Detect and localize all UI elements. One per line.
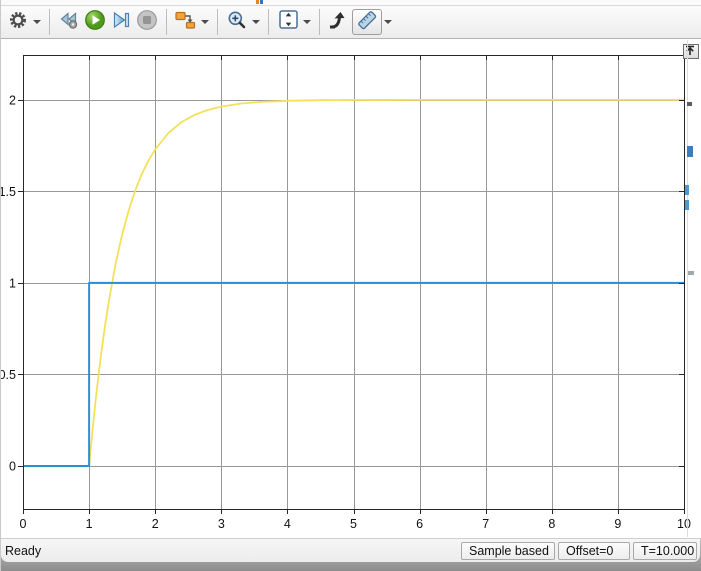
run-icon bbox=[84, 9, 106, 36]
svg-text:10: 10 bbox=[677, 517, 691, 531]
step-forward-icon bbox=[111, 10, 131, 35]
background-artifact bbox=[687, 146, 693, 157]
stop-icon bbox=[136, 9, 158, 36]
fit-to-view-icon bbox=[278, 9, 299, 35]
status-cells: Sample based Offset=0 T=10.000 bbox=[461, 541, 697, 560]
run-button[interactable] bbox=[82, 8, 108, 36]
measurements-button[interactable] bbox=[352, 9, 382, 35]
toolbar-separator bbox=[49, 9, 50, 35]
scope-window: 0 1 2 3 4 5 6 7 8 9 10 0 0.5 1 1.5 2 Ready Sample based… bbox=[0, 0, 701, 571]
simulink-blocks-icon bbox=[174, 10, 198, 35]
status-ready: Ready bbox=[5, 543, 42, 558]
stop-button[interactable] bbox=[134, 8, 160, 36]
settings-button[interactable] bbox=[5, 8, 31, 36]
expand-button[interactable] bbox=[683, 44, 699, 59]
measurements-dropdown-caret[interactable] bbox=[382, 8, 394, 36]
svg-text:5: 5 bbox=[350, 517, 357, 531]
measurements-ruler-icon bbox=[356, 10, 378, 35]
svg-text:8: 8 bbox=[548, 517, 555, 531]
toolbar-separator bbox=[319, 9, 320, 35]
background-artifact bbox=[685, 185, 689, 195]
toolbar-separator bbox=[166, 9, 167, 35]
status-sample-mode: Sample based bbox=[461, 541, 555, 560]
scope-icon-fragment bbox=[256, 0, 263, 4]
scope-toolbar bbox=[1, 5, 701, 39]
svg-text:3: 3 bbox=[218, 517, 225, 531]
svg-text:7: 7 bbox=[482, 517, 489, 531]
status-sim-time: T=10.000 bbox=[633, 541, 697, 560]
step-back-button[interactable] bbox=[56, 8, 82, 36]
status-bar: Ready Sample based Offset=0 T=10.000 bbox=[1, 538, 700, 562]
svg-text:0: 0 bbox=[20, 517, 27, 531]
svg-text:2: 2 bbox=[152, 517, 159, 531]
background-artifact bbox=[687, 102, 692, 106]
background-artifact bbox=[685, 200, 689, 210]
svg-text:6: 6 bbox=[416, 517, 423, 531]
zoom-in-icon bbox=[227, 10, 247, 35]
settings-gear-icon bbox=[8, 10, 28, 35]
svg-text:1: 1 bbox=[9, 276, 16, 290]
plot-canvas[interactable]: 0 1 2 3 4 5 6 7 8 9 10 0 0.5 1 1.5 2 bbox=[1, 39, 701, 538]
background-artifact bbox=[687, 40, 688, 537]
background-artifact bbox=[688, 271, 694, 275]
svg-text:0.5: 0.5 bbox=[1, 368, 16, 382]
trigger-button[interactable] bbox=[326, 8, 352, 36]
fit-dropdown-caret[interactable] bbox=[301, 8, 313, 36]
svg-text:9: 9 bbox=[614, 517, 621, 531]
zoom-button[interactable] bbox=[224, 8, 250, 36]
settings-dropdown-caret[interactable] bbox=[31, 8, 43, 36]
svg-text:0: 0 bbox=[9, 459, 16, 473]
status-offset: Offset=0 bbox=[558, 541, 630, 560]
trigger-icon bbox=[328, 10, 350, 35]
toolbar-separator bbox=[217, 9, 218, 35]
highlight-dropdown-caret[interactable] bbox=[199, 8, 211, 36]
highlight-blocks-button[interactable] bbox=[173, 8, 199, 36]
scope-plot[interactable]: 0 1 2 3 4 5 6 7 8 9 10 0 0.5 1 1.5 2 bbox=[1, 39, 701, 538]
step-back-icon bbox=[58, 10, 80, 35]
fit-to-view-button[interactable] bbox=[275, 8, 301, 36]
step-forward-button[interactable] bbox=[108, 8, 134, 36]
toolbar-separator bbox=[268, 9, 269, 35]
svg-text:4: 4 bbox=[284, 517, 291, 531]
zoom-dropdown-caret[interactable] bbox=[250, 8, 262, 36]
svg-text:2: 2 bbox=[9, 93, 16, 107]
svg-text:1: 1 bbox=[86, 517, 93, 531]
svg-text:1.5: 1.5 bbox=[1, 185, 16, 199]
